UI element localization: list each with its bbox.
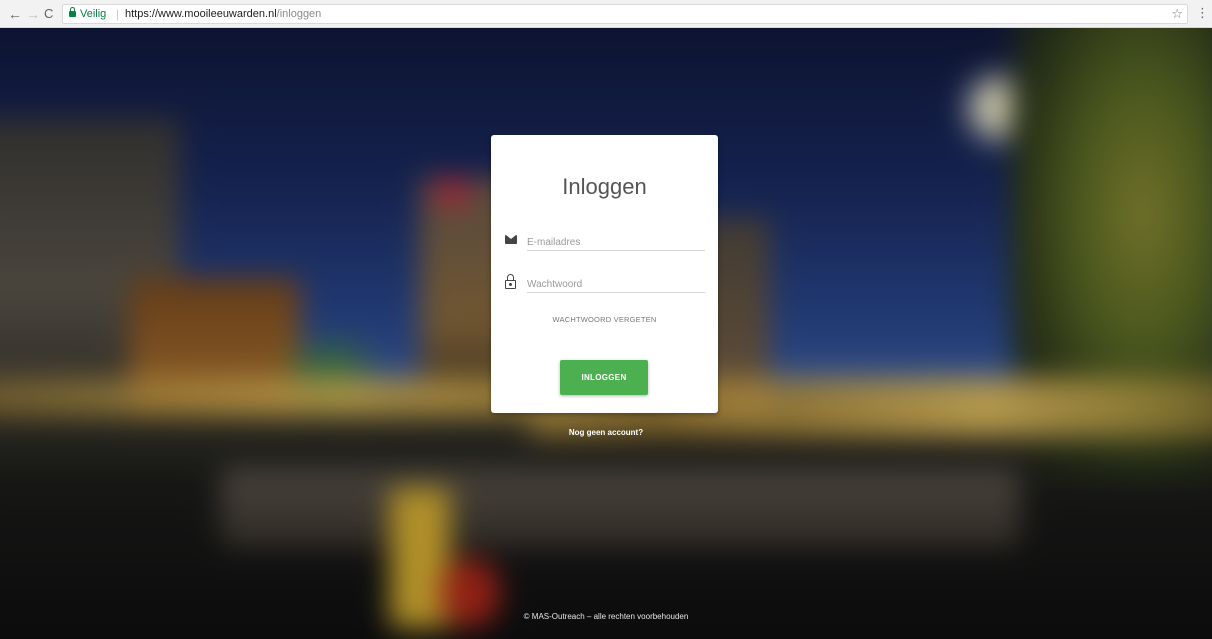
login-button[interactable]: INLOGGEN [560, 360, 648, 395]
url-separator: | [116, 7, 120, 21]
forgot-password-link[interactable]: WACHTWOORD VERGETEN [491, 315, 718, 324]
url-text[interactable]: https://www.mooileeuwarden.nl/inloggen [125, 8, 321, 20]
star-icon[interactable]: ☆ [1171, 6, 1183, 22]
security-label: Veilig [80, 8, 107, 20]
signup-link[interactable]: Nog geen account? [0, 428, 1212, 437]
back-arrow-icon[interactable]: ← [8, 6, 22, 22]
forward-arrow-icon[interactable]: → [26, 6, 40, 22]
lock-icon [69, 7, 76, 18]
page-title: Inloggen [562, 174, 647, 199]
password-input[interactable] [527, 273, 705, 293]
browser-toolbar: ← → C Veilig | https://www.mooileeuwarde… [0, 0, 1212, 28]
email-input[interactable] [527, 231, 705, 251]
lock-icon [505, 274, 519, 289]
email-field [505, 231, 705, 255]
password-field [505, 273, 705, 297]
address-bar[interactable]: Veilig | https://www.mooileeuwarden.nl/i… [62, 4, 1188, 24]
menu-icon[interactable]: ⋮ [1196, 5, 1209, 21]
login-card: Inloggen WACHTWOORD VERGETEN INLOGGEN [491, 135, 718, 413]
mail-icon [505, 233, 519, 247]
reload-icon[interactable]: C [44, 6, 53, 22]
footer-copyright: © MAS-Outreach – alle rechten voorbehoud… [523, 612, 689, 621]
